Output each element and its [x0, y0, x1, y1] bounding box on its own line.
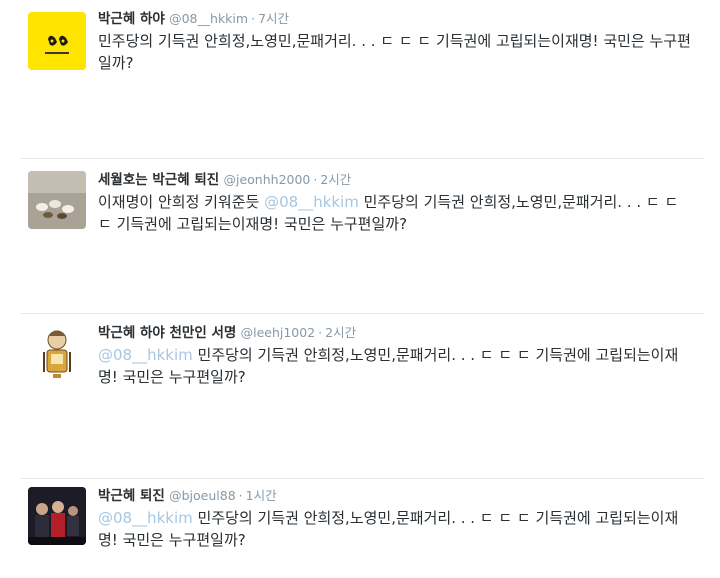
separator-dot: · — [251, 11, 256, 26]
separator-dot: · — [318, 325, 323, 340]
ducks-photo-icon — [28, 171, 86, 229]
mention-link[interactable]: @08__hkkim — [264, 193, 359, 211]
tweet-body: 민주당의 기득권 안희정,노영민,문패거리. . . ㄷ ㄷ ㄷ 기득권에 고립… — [98, 32, 691, 72]
display-name[interactable]: 박근혜 퇴진 — [98, 488, 165, 504]
display-name[interactable]: 박근혜 하야 — [98, 11, 165, 27]
crowd-photo-icon — [28, 487, 86, 545]
user-handle[interactable]: @08__hkkim — [169, 11, 248, 26]
tweet-prefix: 이재명이 안희정 키워준듯 — [98, 193, 265, 211]
user-handle[interactable]: @bjoeul88 — [169, 488, 236, 503]
tweet-3[interactable]: 박근혜 하야 천만인 서명 @leehj1002 · 2시간 @08__hkkim … — [20, 313, 704, 444]
timestamp[interactable]: 2시간 — [320, 172, 351, 187]
tweet-text: @08__hkkim 민주당의 기득권 안희정,노영민,문패거리. . . ㄷ … — [98, 507, 696, 551]
timestamp[interactable]: 2시간 — [325, 325, 356, 340]
separator-dot: · — [238, 488, 243, 503]
timestamp[interactable]: 7시간 — [258, 11, 289, 26]
avatar[interactable] — [28, 12, 86, 70]
tweet-2[interactable]: 세월호는 박근혜 퇴진 @jeonhh2000 · 2시간 이재명이 안희정 키워준… — [20, 158, 704, 299]
yellow-logo-icon — [28, 12, 86, 70]
tweet-text: 민주당의 기득권 안희정,노영민,문패거리. . . ㄷ ㄷ ㄷ 기득권에 고립… — [98, 30, 696, 74]
tweet-4[interactable]: 박근혜 퇴진 @bjoeul88 · 1시간 @08__hkkim 민주당의 기득권… — [20, 478, 704, 578]
timestamp[interactable]: 1시간 — [246, 488, 277, 503]
avatar[interactable] — [28, 171, 86, 229]
display-name[interactable]: 박근혜 하야 천만인 서명 — [98, 325, 236, 341]
separator-dot: · — [313, 172, 318, 187]
display-name[interactable]: 세월호는 박근혜 퇴진 — [98, 172, 219, 188]
tweet-text: @08__hkkim 민주당의 기득권 안희정,노영민,문패거리. . . ㄷ … — [98, 344, 696, 388]
tweet-text: 이재명이 안희정 키워준듯 @08__hkkim 민주당의 기득권 안희정,노영… — [98, 191, 696, 235]
mention-link[interactable]: @08__hkkim — [98, 346, 193, 364]
user-handle[interactable]: @jeonhh2000 — [223, 172, 310, 187]
user-handle[interactable]: @leehj1002 — [241, 325, 316, 340]
mention-link[interactable]: @08__hkkim — [98, 509, 193, 527]
tweet-1[interactable]: 박근혜 하야 @08__hkkim · 7시간 민주당의 기득권 안희정,노영민,문… — [20, 4, 704, 144]
cartoon-character-icon — [28, 324, 86, 382]
avatar[interactable] — [28, 487, 86, 545]
avatar[interactable] — [28, 324, 86, 382]
